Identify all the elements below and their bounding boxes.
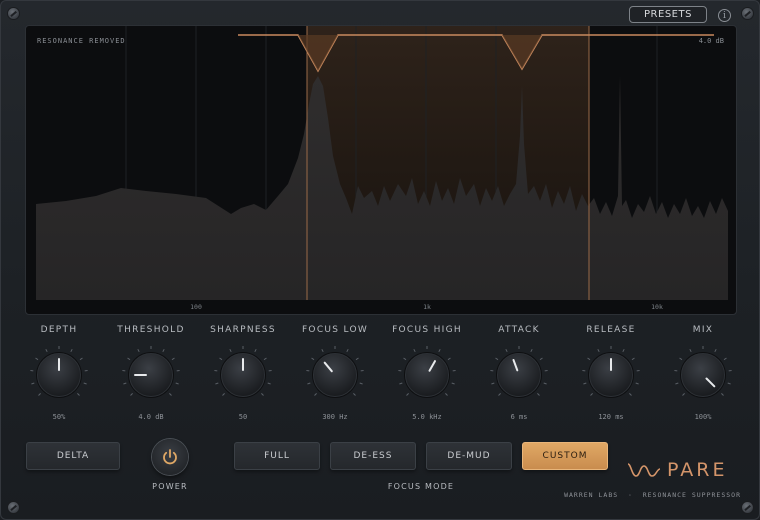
knob-depth: DEPTH 50% [15, 325, 103, 421]
power-icon [163, 449, 177, 465]
knob-value: 50% [52, 413, 66, 421]
screw-icon [742, 502, 753, 513]
knob-label: THRESHOLD [117, 325, 185, 335]
info-icon[interactable]: i [718, 9, 731, 22]
knob-label: SHARPNESS [210, 325, 276, 335]
knob-value: 50 [238, 413, 248, 421]
depth-knob[interactable] [29, 345, 89, 405]
mix-knob[interactable] [673, 345, 733, 405]
screw-icon [8, 8, 19, 19]
knob-value: 6 ms [510, 413, 528, 421]
attack-knob[interactable] [489, 345, 549, 405]
focus-mode-de-ess-button[interactable]: DE-ESS [330, 442, 416, 470]
wave-logo-icon [627, 463, 661, 477]
focus-high-knob[interactable] [397, 345, 457, 405]
knob-label: FOCUS LOW [301, 325, 369, 335]
display-title: RESONANCE REMOVED [37, 37, 126, 45]
knob-value: 100% [694, 413, 712, 421]
knob-label: RELEASE [586, 325, 636, 335]
knob-value: 4.0 dB [138, 413, 164, 421]
knob-label: ATTACK [498, 325, 540, 335]
knob-sharpness: SHARPNESS 50 [199, 325, 287, 421]
knob-focus-low: FOCUS LOW 300 Hz [291, 325, 379, 421]
knob-label: FOCUS HIGH [392, 325, 462, 335]
sharpness-knob[interactable] [213, 345, 273, 405]
brand-separator: · [627, 491, 633, 499]
knob-value: 120 ms [598, 413, 624, 421]
knob-label: MIX [692, 325, 714, 335]
knob-release: RELEASE 120 ms [567, 325, 655, 421]
knob-value: 300 Hz [322, 413, 348, 421]
freq-label: 1k [423, 303, 431, 311]
knob-label: DEPTH [40, 325, 78, 335]
spectrum-display[interactable]: RESONANCE REMOVED 4.0 dB 100 1k 10k [25, 25, 737, 315]
freq-label: 10k [651, 303, 663, 311]
power-label: POWER [152, 482, 188, 491]
focus-low-knob[interactable] [305, 345, 365, 405]
brand-product: RESONANCE SUPPRESSOR [642, 491, 741, 499]
presets-button[interactable]: PRESETS [629, 6, 707, 23]
focus-mode-label: FOCUS MODE [387, 482, 455, 491]
brand-logo: PARE [627, 459, 727, 481]
focus-mode-custom-button[interactable]: CUSTOM [522, 442, 608, 470]
knob-attack: ATTACK 6 ms [475, 325, 563, 421]
freq-label: 100 [190, 303, 202, 311]
db-readout: 4.0 dB [698, 37, 724, 45]
knob-threshold: THRESHOLD 4.0 dB [107, 325, 195, 421]
delta-button[interactable]: DELTA [26, 442, 120, 470]
brand-name: PARE [667, 459, 728, 481]
threshold-knob[interactable] [121, 345, 181, 405]
knob-value: 5.0 kHz [412, 413, 442, 421]
brand-subtitle: WARREN LABS · RESONANCE SUPPRESSOR [541, 491, 741, 499]
focus-mode-de-mud-button[interactable]: DE-MUD [426, 442, 512, 470]
focus-mode-full-button[interactable]: FULL [234, 442, 320, 470]
screw-icon [742, 8, 753, 19]
screw-icon [8, 502, 19, 513]
brand-maker: WARREN LABS [564, 491, 619, 499]
release-knob[interactable] [581, 345, 641, 405]
plugin-window: PRESETS i RESONANCE REMOVED 4.0 dB 100 1… [0, 0, 760, 520]
knob-mix: MIX 100% [659, 325, 747, 421]
spectrum-graph [36, 26, 728, 300]
power-button[interactable] [152, 439, 188, 475]
knob-focus-high: FOCUS HIGH 5.0 kHz [383, 325, 471, 421]
